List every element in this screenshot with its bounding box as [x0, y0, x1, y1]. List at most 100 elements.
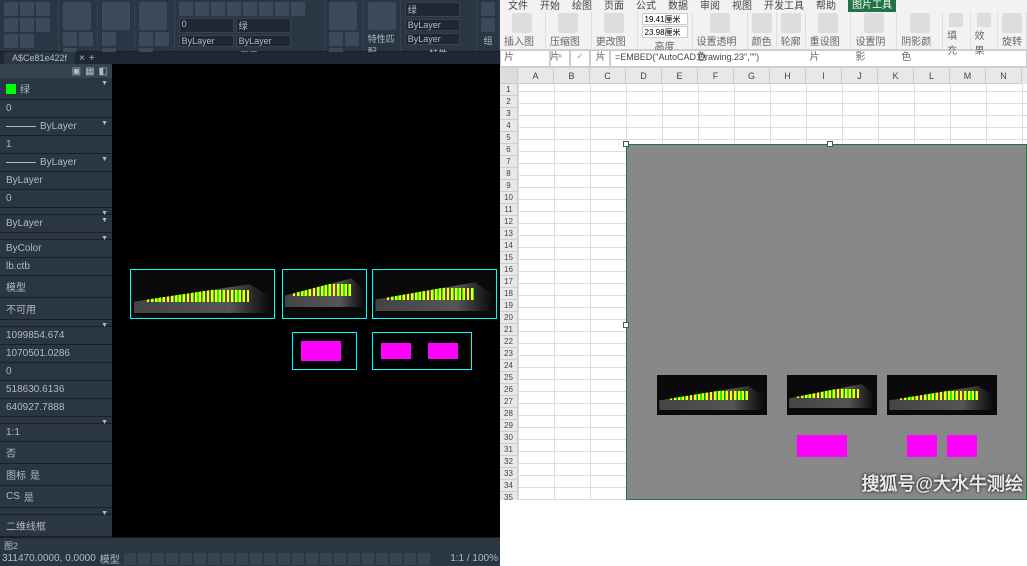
- status-toggle[interactable]: [250, 553, 262, 565]
- width-input[interactable]: [642, 26, 688, 38]
- ribbon-tab[interactable]: 审阅: [700, 0, 720, 12]
- close-icon[interactable]: ×: [79, 53, 85, 64]
- name-box[interactable]: [500, 50, 550, 67]
- ribbon-button[interactable]: [781, 13, 801, 33]
- ribbon-icon[interactable]: [36, 2, 50, 16]
- status-toggle[interactable]: [418, 553, 430, 565]
- column-header[interactable]: C: [590, 68, 626, 84]
- row-header[interactable]: 1: [500, 84, 518, 96]
- row-header[interactable]: 25: [500, 372, 518, 384]
- row-header[interactable]: 18: [500, 288, 518, 300]
- ribbon-dropdown[interactable]: ByLayer: [405, 33, 460, 45]
- embedded-autocad-object[interactable]: [626, 144, 1027, 500]
- ribbon-button[interactable]: [102, 2, 130, 30]
- height-input[interactable]: [642, 13, 688, 25]
- row-header[interactable]: 3: [500, 108, 518, 120]
- column-header[interactable]: N: [986, 68, 1022, 84]
- ribbon-button[interactable]: [818, 13, 838, 33]
- ribbon-button[interactable]: [752, 13, 772, 33]
- resize-handle[interactable]: [623, 322, 629, 328]
- status-toggle[interactable]: [124, 553, 136, 565]
- property-row[interactable]: ByLayer: [0, 172, 112, 190]
- row-headers[interactable]: 1234567891011121314151617181920212223242…: [500, 84, 518, 500]
- row-header[interactable]: 19: [500, 300, 518, 312]
- status-toggle[interactable]: [320, 553, 332, 565]
- command-line[interactable]: 图2: [0, 537, 500, 551]
- ribbon-icon[interactable]: [79, 32, 93, 46]
- property-row[interactable]: 518630.6136: [0, 381, 112, 399]
- property-row[interactable]: ▼: [0, 508, 112, 515]
- row-header[interactable]: 9: [500, 180, 518, 192]
- ribbon-icon[interactable]: [63, 32, 77, 46]
- row-header[interactable]: 34: [500, 480, 518, 492]
- cad-canvas[interactable]: [112, 64, 500, 537]
- status-toggle[interactable]: [138, 553, 150, 565]
- ribbon-icon[interactable]: [20, 2, 34, 16]
- ribbon-icon[interactable]: [20, 18, 34, 32]
- status-toggle[interactable]: [334, 553, 346, 565]
- ribbon-icon[interactable]: [259, 2, 273, 16]
- column-header[interactable]: E: [662, 68, 698, 84]
- ribbon-icon[interactable]: [211, 2, 225, 16]
- ribbon-tab[interactable]: 帮助: [816, 0, 836, 12]
- property-row[interactable]: 640927.7888: [0, 399, 112, 417]
- ribbon-icon[interactable]: [195, 2, 209, 16]
- ribbon-icon[interactable]: [36, 18, 50, 32]
- property-row[interactable]: ▼ByLayer: [0, 118, 112, 136]
- ribbon-dropdown[interactable]: ByLayer: [405, 19, 460, 31]
- property-row[interactable]: 0: [0, 100, 112, 118]
- status-toggle[interactable]: [362, 553, 374, 565]
- ribbon-dropdown[interactable]: 0: [179, 18, 234, 33]
- column-headers[interactable]: ABCDEFGHIJKLMN: [500, 68, 1027, 84]
- column-header[interactable]: A: [518, 68, 554, 84]
- row-header[interactable]: 24: [500, 360, 518, 372]
- cancel-icon[interactable]: ×: [550, 50, 570, 67]
- ribbon-icon[interactable]: [481, 2, 495, 16]
- chevron-down-icon[interactable]: ▼: [101, 80, 108, 87]
- ribbon-button[interactable]: [329, 2, 357, 30]
- ribbon-icon[interactable]: [102, 32, 116, 46]
- ribbon-icon[interactable]: [291, 2, 305, 16]
- ribbon-tab[interactable]: 绘图: [572, 0, 592, 12]
- panel-icon[interactable]: ▣: [72, 66, 81, 77]
- ribbon-button[interactable]: [910, 13, 930, 33]
- row-header[interactable]: 15: [500, 252, 518, 264]
- ribbon-tab[interactable]: 文件: [508, 0, 528, 12]
- property-row[interactable]: ▼ByLayer: [0, 154, 112, 172]
- row-header[interactable]: 2: [500, 96, 518, 108]
- add-tab-icon[interactable]: +: [89, 53, 95, 64]
- ribbon-tab[interactable]: 数据: [668, 0, 688, 12]
- row-header[interactable]: 10: [500, 192, 518, 204]
- panel-icon[interactable]: ▦: [85, 66, 94, 77]
- drawing-view[interactable]: [282, 269, 367, 319]
- column-header[interactable]: M: [950, 68, 986, 84]
- column-header[interactable]: K: [878, 68, 914, 84]
- ribbon-button[interactable]: [710, 13, 730, 33]
- drawing-view[interactable]: [372, 269, 497, 319]
- ribbon-button[interactable]: [512, 13, 532, 33]
- ribbon-tab[interactable]: 页面: [604, 0, 624, 12]
- row-header[interactable]: 22: [500, 336, 518, 348]
- property-row[interactable]: 0: [0, 190, 112, 208]
- row-header[interactable]: 4: [500, 120, 518, 132]
- ribbon-button[interactable]: [139, 2, 167, 30]
- status-toggle[interactable]: [194, 553, 206, 565]
- column-header[interactable]: I: [806, 68, 842, 84]
- ribbon-icon[interactable]: [481, 18, 495, 32]
- ribbon-button[interactable]: [63, 2, 91, 30]
- row-header[interactable]: 14: [500, 240, 518, 252]
- resize-handle[interactable]: [827, 141, 833, 147]
- ribbon-button[interactable]: [604, 13, 624, 33]
- row-header[interactable]: 20: [500, 312, 518, 324]
- ribbon-icon[interactable]: [345, 32, 359, 46]
- ribbon-icon[interactable]: [329, 32, 343, 46]
- column-header[interactable]: D: [626, 68, 662, 84]
- row-header[interactable]: 35: [500, 492, 518, 500]
- property-row[interactable]: 否: [0, 442, 112, 464]
- property-row[interactable]: ByColor: [0, 240, 112, 258]
- ribbon-icon[interactable]: [139, 32, 153, 46]
- row-header[interactable]: 8: [500, 168, 518, 180]
- row-header[interactable]: 28: [500, 408, 518, 420]
- column-header[interactable]: L: [914, 68, 950, 84]
- row-header[interactable]: 32: [500, 456, 518, 468]
